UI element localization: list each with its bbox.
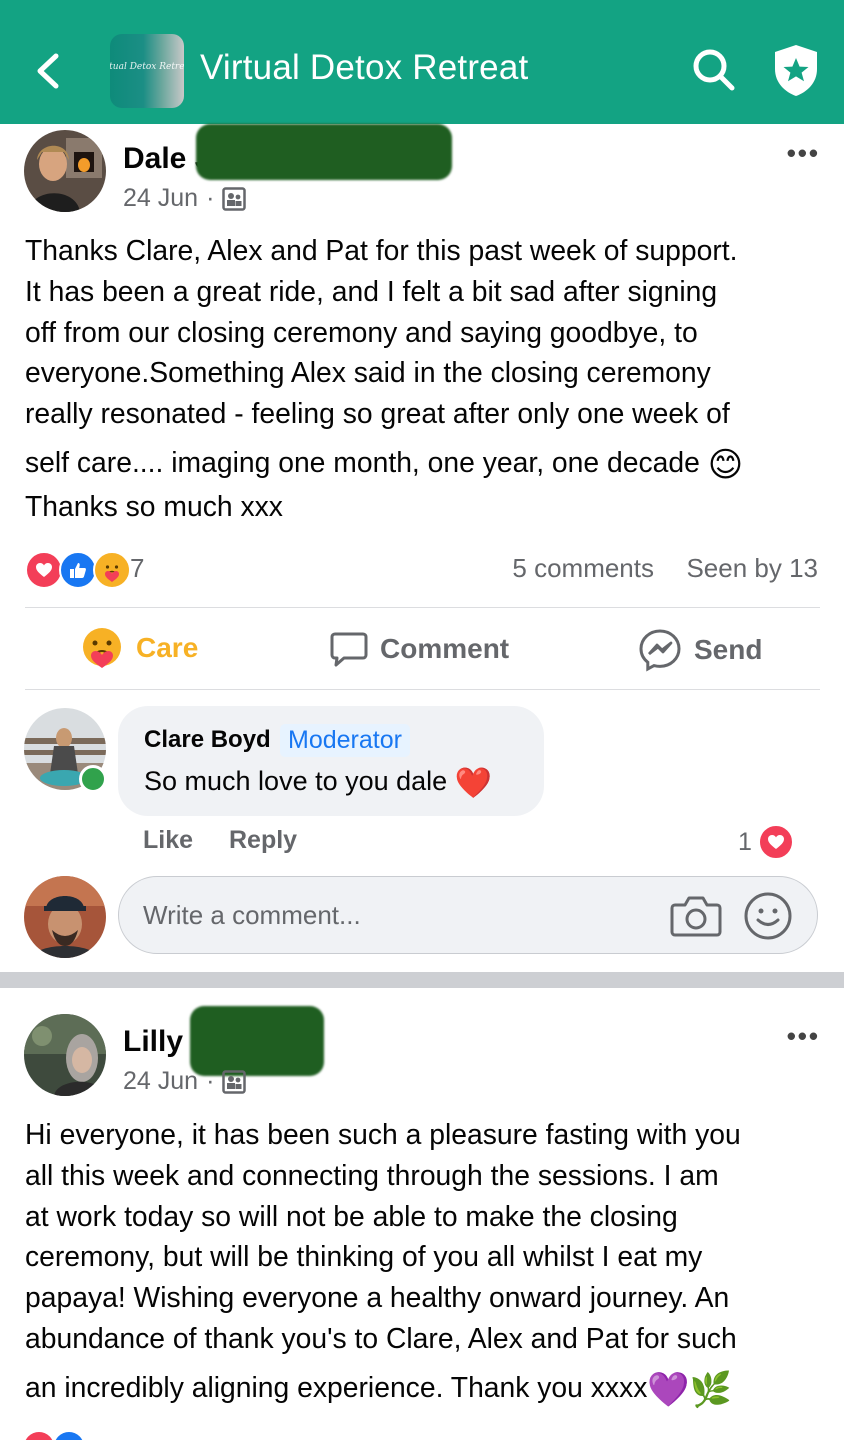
seen-by-link[interactable]: Seen by 13 xyxy=(686,553,818,584)
love-icon xyxy=(24,1432,54,1440)
post-body-line: off from our closing ceremony and saying… xyxy=(25,315,698,348)
back-button[interactable] xyxy=(30,46,70,96)
post-meta: 24 Jun · xyxy=(123,184,247,213)
camera-button[interactable] xyxy=(669,889,723,943)
group-cover-thumbnail[interactable]: irtual Detox Retre xyxy=(110,34,184,108)
post-more-button[interactable]: ••• xyxy=(787,138,820,169)
post-body: Hi everyone, it has been such a pleasure… xyxy=(25,1114,825,1411)
avatar-photo xyxy=(24,876,106,958)
post-body-line: really resonated - feeling so great afte… xyxy=(25,397,730,430)
post-body-line: It has been a great ride, and I felt a b… xyxy=(25,274,718,307)
post-body-line: Thanks Clare, Alex and Pat for this past… xyxy=(25,234,738,266)
comment-reply-button[interactable]: Reply xyxy=(229,826,297,855)
partial-reactions xyxy=(24,1432,84,1440)
comment-label: Comment xyxy=(380,633,510,664)
care-button[interactable]: Care xyxy=(80,626,198,670)
love-icon xyxy=(25,551,63,589)
comment-bubble[interactable]: Clare Boyd Moderator So much love to you… xyxy=(118,706,544,816)
reaction-icons xyxy=(25,551,131,589)
care-icon xyxy=(83,628,121,668)
group-cover-text: irtual Detox Retre xyxy=(110,62,184,72)
current-user-avatar xyxy=(24,876,106,958)
post-body-line: abundance of thank you's to Clare, Alex … xyxy=(25,1321,737,1354)
members-icon xyxy=(222,186,247,211)
post-date[interactable]: 24 Jun xyxy=(123,1067,198,1096)
meta-separator: · xyxy=(206,184,215,212)
comment-reaction-summary[interactable]: 1 xyxy=(738,824,794,860)
comments-count-link[interactable]: 5 comments xyxy=(512,553,654,584)
comment-icon xyxy=(330,632,368,667)
admin-tools-button[interactable] xyxy=(770,42,822,98)
group-title[interactable]: Virtual Detox Retreat xyxy=(200,48,528,88)
camera-icon xyxy=(670,896,722,937)
search-button[interactable] xyxy=(690,46,738,94)
post-body-line: ceremony, but will be thinking of you al… xyxy=(25,1240,703,1273)
post-body-line: an incredibly aligning experience. Thank… xyxy=(25,1370,648,1403)
post-body-line: all this week and connecting through the… xyxy=(25,1158,719,1191)
chevron-left-icon xyxy=(37,53,59,89)
reactions-summary[interactable]: 7 5 comments Seen by 13 xyxy=(25,551,820,591)
like-icon xyxy=(54,1432,84,1440)
post-body-line: everyone.Something Alex said in the clos… xyxy=(25,356,711,389)
comment-text: So much love to you dale ❤️ xyxy=(144,766,492,801)
red-heart-emoji: ❤️ xyxy=(454,767,493,800)
divider xyxy=(25,689,820,690)
smile-icon xyxy=(744,892,792,940)
herb-emoji: 🌿 xyxy=(689,1370,733,1409)
love-icon xyxy=(757,824,794,860)
comment-reaction-count: 1 xyxy=(738,827,752,856)
care-label: Care xyxy=(136,632,199,663)
search-icon xyxy=(693,49,735,91)
emoji-button[interactable] xyxy=(743,891,793,941)
divider xyxy=(25,607,820,608)
messenger-icon xyxy=(639,629,681,672)
comment-composer[interactable] xyxy=(118,876,818,954)
post-body-line: papaya! Wishing everyone a healthy onwar… xyxy=(25,1281,730,1314)
comment-like-button[interactable]: Like xyxy=(143,826,193,855)
moderator-badge: Moderator xyxy=(280,724,410,757)
post-body-line: self care.... imaging one month, one yea… xyxy=(25,445,700,478)
purple-heart-emoji: 💜 xyxy=(647,1370,690,1409)
avatar-photo xyxy=(24,130,106,212)
smiling-face-emoji: 😊 xyxy=(707,445,744,484)
members-icon xyxy=(222,1069,247,1094)
reaction-count: 7 xyxy=(130,553,145,583)
author-avatar[interactable] xyxy=(24,130,106,212)
group-header: irtual Detox Retre Virtual Detox Retreat xyxy=(0,0,844,124)
like-icon xyxy=(59,551,97,589)
send-label: Send xyxy=(694,634,763,665)
comment-text-body: So much love to you dale xyxy=(144,766,448,796)
post-body: Thanks Clare, Alex and Pat for this past… xyxy=(25,230,825,527)
shield-star-icon xyxy=(775,45,817,96)
care-icon xyxy=(93,551,131,589)
feed-separator xyxy=(0,972,844,988)
post-body-line: Hi everyone, it has been such a pleasure… xyxy=(25,1118,741,1150)
send-button[interactable]: Send xyxy=(638,628,762,672)
online-status-dot xyxy=(79,765,107,793)
comment-button[interactable]: Comment xyxy=(330,630,509,668)
post-meta: 24 Jun · xyxy=(123,1067,247,1096)
meta-separator: · xyxy=(206,1067,215,1095)
post-body-line: at work today so will not be able to mak… xyxy=(25,1199,678,1232)
comment-author[interactable]: Clare Boyd xyxy=(144,726,271,754)
redaction-mark xyxy=(190,1006,324,1076)
author-avatar[interactable] xyxy=(24,1014,106,1096)
post-date[interactable]: 24 Jun xyxy=(123,184,198,213)
redaction-mark xyxy=(196,124,452,180)
post-more-button[interactable]: ••• xyxy=(787,1021,820,1052)
write-comment-input[interactable] xyxy=(143,897,663,933)
post-body-line: Thanks so much xxx xyxy=(25,489,283,522)
avatar-photo xyxy=(24,1014,106,1096)
